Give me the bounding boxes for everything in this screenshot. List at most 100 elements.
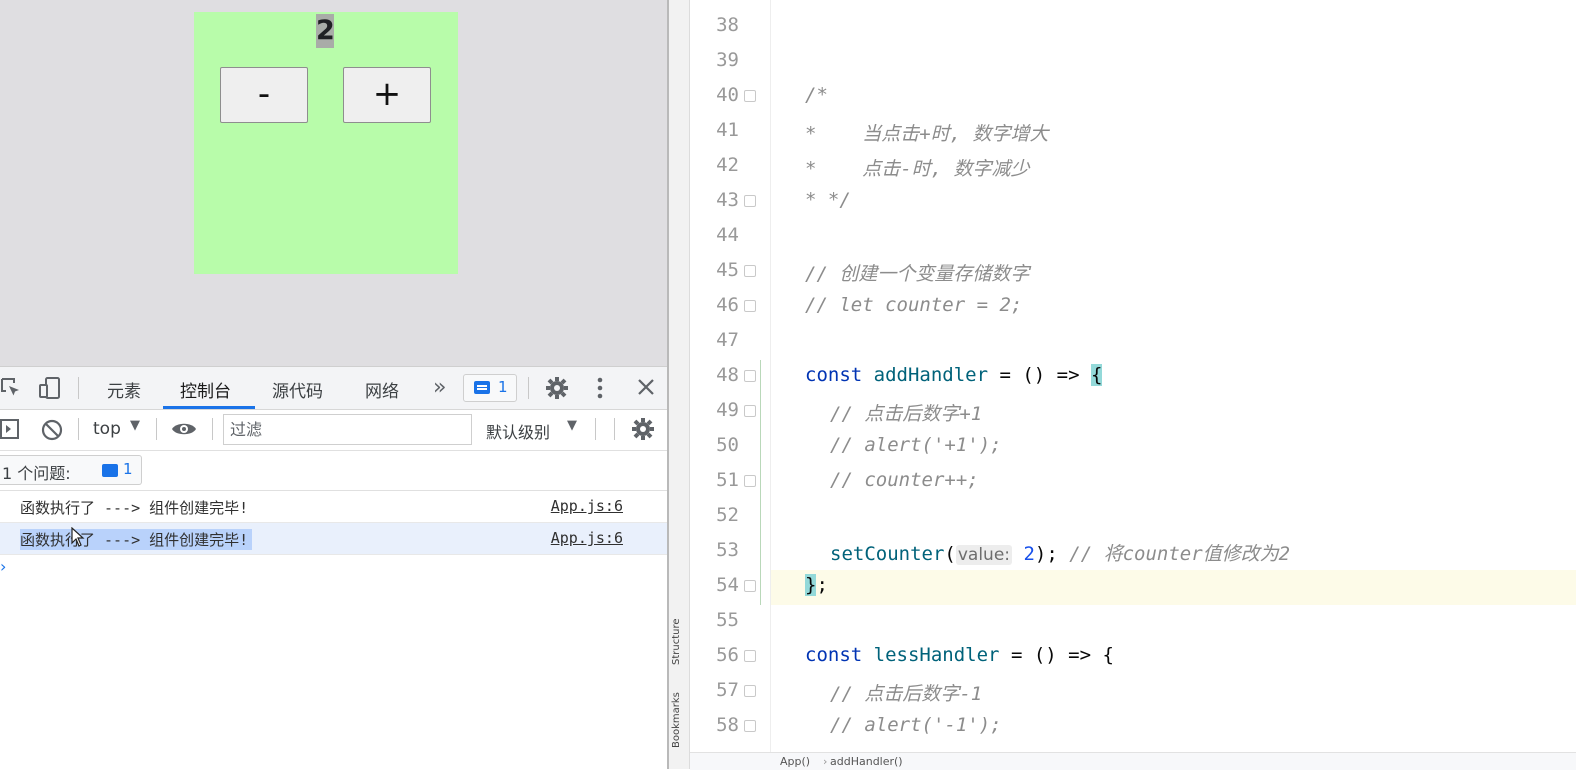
matched-brace: { [1091,364,1103,386]
code-line-43[interactable]: * */ [805,189,851,211]
rendered-page: 2 - + [0,0,667,366]
code-editor: Structure Bookmarks 38 39 40 41 42 43 44… [667,0,1576,770]
line-number: 44 [716,224,739,246]
code-line-42[interactable]: * 点击-时, 数字减少 [805,154,1030,181]
console-prompt[interactable]: › [0,557,6,576]
code-line-51[interactable]: // counter++; [830,469,979,491]
line-number: 47 [716,329,739,351]
line-number: 42 [716,154,739,176]
line-number: 51 [716,469,739,491]
settings-gear-icon[interactable] [545,376,569,405]
tab-network[interactable]: 网络 [365,377,399,402]
line-number: 57 [716,679,739,701]
counter-card [194,12,458,274]
log-source-link[interactable]: App.js:6 [551,529,623,547]
inline-comment: // 将counter值修改为2 [1069,543,1291,565]
decrement-button[interactable]: - [220,67,308,123]
devtools-panel: 元素 控制台 源代码 网络 » 1 top ▼ 过滤 默认级别 ▼ 1 个问题:… [0,366,667,770]
code-line-40[interactable]: /* [805,84,828,106]
keyword: const [805,644,863,666]
code-line-50[interactable]: // alert('+1'); [830,434,1002,456]
tab-sources[interactable]: 源代码 [272,377,323,402]
line-number: 39 [716,49,739,71]
number-literal: 2 [1023,543,1035,565]
code-line-46[interactable]: // let counter = 2; [805,294,1022,316]
devtools-tab-bar: 元素 控制台 源代码 网络 » 1 [0,367,667,410]
line-number: 55 [716,609,739,631]
context-selector[interactable]: top [93,419,121,439]
message-icon [474,381,490,394]
divider [528,377,529,399]
breadcrumb: App() › addHandler() [690,752,1576,770]
increment-button[interactable]: + [343,67,431,123]
log-level-selector[interactable]: 默认级别 [486,419,550,443]
function-call: setCounter [830,543,945,565]
line-number: 38 [716,14,739,36]
parameter-hint: value: [955,545,1013,565]
tab-console[interactable]: 控制台 [180,377,231,402]
line-number: 41 [716,119,739,141]
line-number: 50 [716,434,739,456]
close-icon[interactable] [636,377,656,402]
tab-elements[interactable]: 元素 [107,377,141,402]
code-line-41[interactable]: * 当点击+时, 数字增大 [805,119,1049,146]
line-number: 43 [716,189,739,211]
line-number: 49 [716,399,739,421]
line-number: 56 [716,644,739,666]
more-options-icon[interactable] [592,376,608,405]
code-line-58[interactable]: // alert('-1'); [830,714,1002,736]
code-text: = () => [988,364,1091,386]
fold-marker[interactable] [744,685,756,697]
breadcrumb-item[interactable]: addHandler() [830,755,903,768]
device-toolbar-icon[interactable] [38,376,62,405]
fold-marker[interactable] [744,580,756,592]
fold-marker[interactable] [744,720,756,732]
code-line-54[interactable]: }; [805,574,828,596]
code-line-49[interactable]: // 点击后数字+1 [830,399,982,426]
filter-input[interactable] [223,414,472,445]
bookmarks-tool-button[interactable]: Bookmarks [671,692,682,748]
issues-bar: 1 个问题: 1 [0,451,667,491]
line-number: 40 [716,84,739,106]
message-icon [102,464,118,477]
code-line-57[interactable]: // 点击后数字-1 [830,679,982,706]
log-source-link[interactable]: App.js:6 [551,497,623,515]
issues-button[interactable]: 1 个问题: 1 [0,455,142,485]
fold-marker[interactable] [744,370,756,382]
code-line-56[interactable]: const lessHandler = () => { [805,644,1114,666]
code-line-45[interactable]: // 创建一个变量存储数字 [805,259,1029,286]
line-number: 52 [716,504,739,526]
block-scope-guide [760,360,761,605]
function-name: lessHandler [873,644,1000,666]
console-settings-gear-icon[interactable] [631,417,655,446]
fold-marker[interactable] [744,475,756,487]
clear-console-icon[interactable] [40,418,64,447]
divider [212,418,213,440]
active-tab-indicator [163,406,255,409]
breadcrumb-item[interactable]: App() [780,755,810,768]
mouse-cursor-icon [71,526,85,551]
more-tabs-button[interactable]: » [433,375,446,400]
log-message: 函数执行了 ---> 组件创建完毕! [20,499,249,517]
line-number: 54 [716,574,739,596]
fold-marker[interactable] [744,90,756,102]
function-name: addHandler [873,364,989,386]
sidebar-toggle-icon[interactable] [0,418,20,445]
code-line-48[interactable]: const addHandler = () => { [805,364,1103,386]
inspect-element-icon[interactable] [0,377,22,404]
issues-counter-button[interactable]: 1 [463,374,517,402]
fold-marker[interactable] [744,650,756,662]
issues-label: 1 个问题: [2,464,71,483]
divider [78,418,79,440]
line-number: 45 [716,259,739,281]
line-number: 53 [716,539,739,561]
fold-marker[interactable] [744,300,756,312]
fold-marker[interactable] [744,265,756,277]
structure-tool-button[interactable]: Structure [671,618,682,665]
fold-marker[interactable] [744,195,756,207]
code-line-53[interactable]: setCounter(value: 2); // 将counter值修改为2 [830,539,1290,566]
code-text: ( [944,543,956,565]
fold-marker[interactable] [744,405,756,417]
chevron-down-icon: ▼ [567,418,577,433]
live-expression-eye-icon[interactable] [170,418,198,445]
